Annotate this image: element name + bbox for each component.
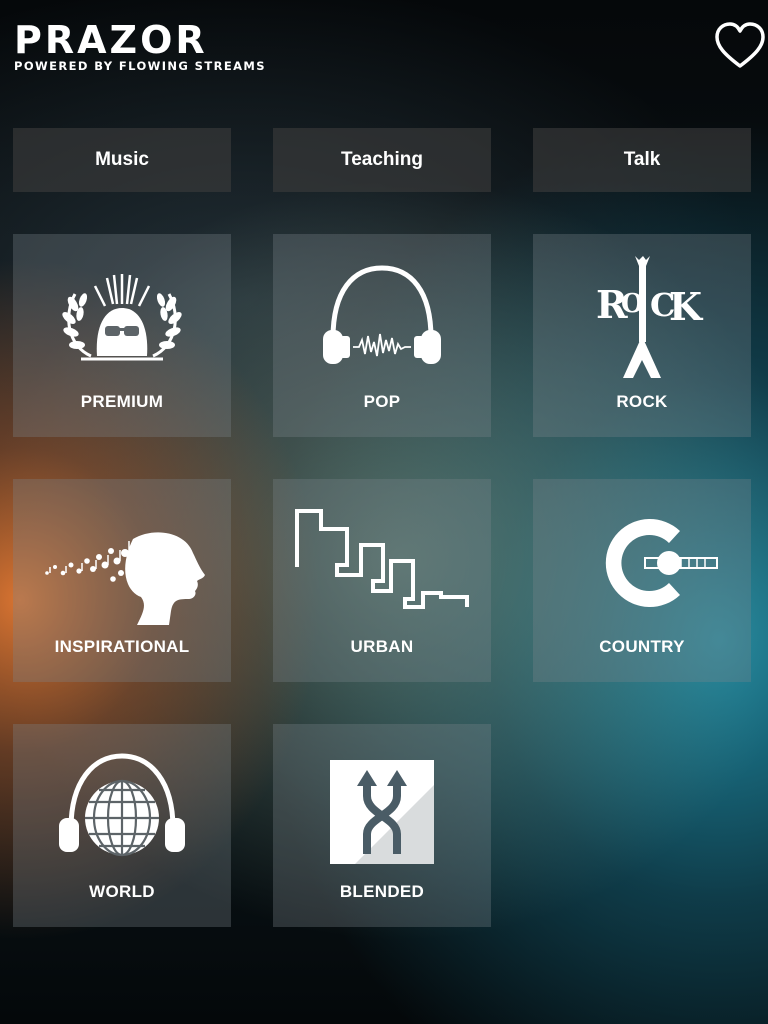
genre-label: PREMIUM xyxy=(80,392,164,411)
tab-label: Teaching xyxy=(341,149,423,170)
genre-tile-blended[interactable]: BLENDED xyxy=(273,724,491,927)
head-music-notes-icon xyxy=(45,532,205,625)
genre-tile-pop[interactable]: POP xyxy=(273,234,491,437)
rock-guitar-icon: R O C K xyxy=(596,256,704,378)
premium-crown-icon xyxy=(62,274,182,361)
genre-label: INSPIRATIONAL xyxy=(54,637,190,656)
genre-tile-rock[interactable]: R O C K ROCK xyxy=(533,234,751,437)
blended-arrows-icon xyxy=(330,760,434,864)
genre-tile-inspirational[interactable]: INSPIRATIONAL xyxy=(13,479,231,682)
logo-tagline: POWERED BY FLOWING STREAMS xyxy=(14,59,266,73)
genre-tile-premium[interactable]: PREMIUM xyxy=(13,234,231,437)
tab-teaching[interactable]: Teaching xyxy=(273,128,491,192)
logo-wordmark: PRAZOR xyxy=(14,18,208,62)
genre-tile-urban[interactable]: URBAN xyxy=(273,479,491,682)
favorites-button[interactable] xyxy=(712,20,768,72)
genre-label: WORLD xyxy=(89,882,155,901)
genre-tile-country[interactable]: COUNTRY xyxy=(533,479,751,682)
genre-label: COUNTRY xyxy=(599,637,685,656)
tab-music[interactable]: Music xyxy=(13,128,231,192)
app-logo: PRAZOR POWERED BY FLOWING STREAMS xyxy=(14,20,266,73)
genre-label: BLENDED xyxy=(339,882,425,901)
genre-tile-world[interactable]: WORLD xyxy=(13,724,231,927)
genre-label: URBAN xyxy=(350,637,414,656)
heart-outline-icon xyxy=(715,22,765,68)
tab-talk[interactable]: Talk xyxy=(533,128,751,192)
svg-text:K: K xyxy=(669,284,704,329)
genre-label: POP xyxy=(363,392,401,411)
svg-text:O: O xyxy=(621,289,644,319)
tab-label: Talk xyxy=(623,149,661,170)
urban-skyline-icon xyxy=(295,509,469,609)
tab-label: Music xyxy=(95,149,149,170)
genre-label: ROCK xyxy=(616,392,668,411)
country-guitar-icon xyxy=(605,519,718,607)
headphones-icon xyxy=(323,265,441,364)
world-headphones-icon xyxy=(59,753,185,857)
